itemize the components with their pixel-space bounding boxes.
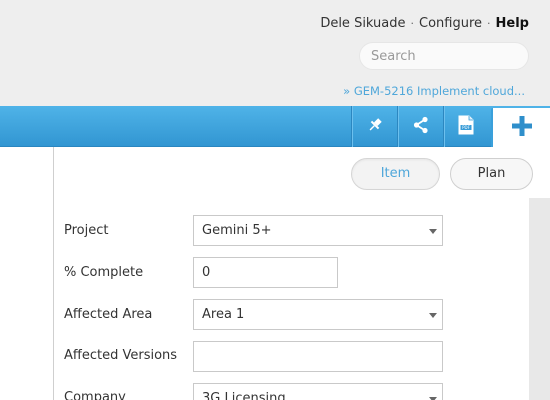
- tab-plan[interactable]: Plan: [450, 158, 533, 190]
- affected-area-value: Area 1: [202, 307, 245, 322]
- separator: ·: [410, 17, 415, 30]
- project-select[interactable]: Gemini 5+: [193, 215, 443, 246]
- add-button[interactable]: [491, 108, 550, 147]
- share-icon: [412, 116, 430, 138]
- pin-icon: [366, 116, 384, 138]
- page-header: Dele Sikuade · Configure · Help » GEM-5216 I…: [0, 0, 550, 106]
- complete-input[interactable]: 0: [193, 257, 338, 288]
- complete-label: % Complete: [64, 265, 144, 280]
- company-select[interactable]: 3G Licensing: [193, 383, 443, 400]
- panel-divider: [53, 147, 54, 400]
- project-value: Gemini 5+: [202, 223, 272, 238]
- tab-item[interactable]: Item: [351, 158, 440, 190]
- share-button[interactable]: [397, 106, 443, 147]
- company-label: Company: [64, 390, 126, 400]
- chevron-down-icon: [429, 313, 437, 318]
- separator: ·: [487, 17, 491, 30]
- affected-versions-input[interactable]: [193, 341, 443, 372]
- affected-area-select[interactable]: Area 1: [193, 299, 443, 330]
- pin-button[interactable]: [351, 106, 397, 147]
- chevron-down-icon: [429, 229, 437, 234]
- toolbar: PDF: [0, 106, 550, 147]
- complete-value: 0: [202, 265, 211, 280]
- user-links: Dele Sikuade · Configure · Help: [320, 16, 529, 31]
- user-name-link[interactable]: Dele Sikuade: [320, 16, 405, 31]
- affected-area-label: Affected Area: [64, 307, 153, 322]
- affected-versions-label: Affected Versions: [64, 348, 178, 363]
- pdf-icon-label: PDF: [462, 125, 470, 130]
- plus-icon: [511, 115, 533, 141]
- breadcrumb-link[interactable]: » GEM-5216 Implement cloud...: [343, 84, 525, 98]
- pdf-button[interactable]: PDF: [443, 106, 487, 147]
- scrollbar[interactable]: [529, 198, 550, 400]
- help-link[interactable]: Help: [496, 16, 529, 31]
- pdf-icon: PDF: [458, 115, 474, 139]
- configure-link[interactable]: Configure: [419, 16, 482, 31]
- search-input[interactable]: [359, 42, 529, 70]
- company-value: 3G Licensing: [202, 391, 286, 400]
- project-label: Project: [64, 223, 109, 238]
